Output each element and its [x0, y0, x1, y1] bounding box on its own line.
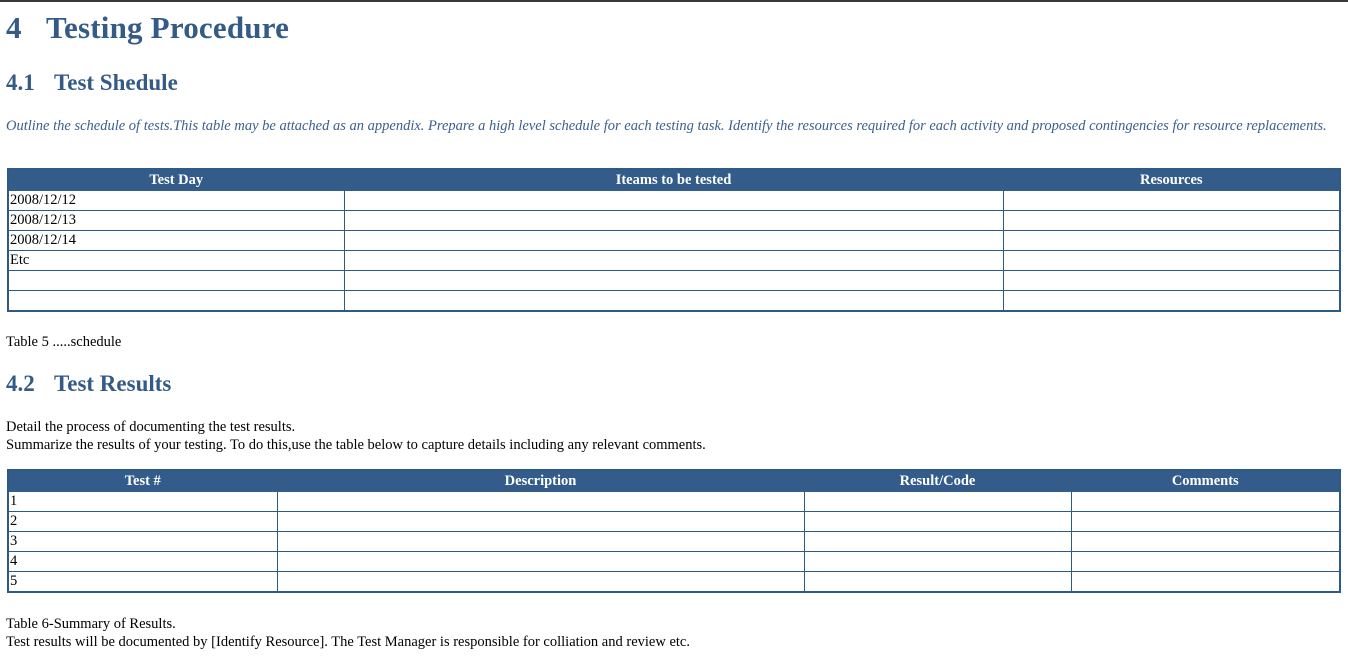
column-header-resources: Resources — [1002, 168, 1341, 191]
heading-testing-procedure: 4 Testing Procedure — [6, 10, 289, 46]
table-cell[interactable] — [7, 270, 345, 291]
heading-title: Testing Procedure — [46, 10, 290, 45]
table-row: 2008/12/14 — [7, 230, 1341, 251]
section-title: Test Results — [54, 371, 172, 396]
heading-test-schedule: 4.1 Test Shedule — [6, 70, 178, 96]
results-description: Detail the process of documenting the te… — [6, 418, 706, 454]
table-row: 3 — [7, 531, 1341, 552]
table-cell[interactable]: 5 — [7, 571, 278, 593]
results-footer: Table 6-Summary of Results. Test results… — [6, 615, 690, 651]
schedule-instructions: Outline the schedule of tests.This table… — [6, 118, 1327, 134]
table-row: 1 — [7, 491, 1341, 512]
section-title: Test Shedule — [54, 70, 178, 95]
table-cell[interactable]: Etc — [7, 250, 345, 271]
table-row — [7, 290, 1341, 312]
table-cell[interactable] — [1002, 290, 1341, 312]
results-footer-text: Test results will be documented by [Iden… — [6, 634, 690, 650]
table-cell[interactable] — [276, 491, 805, 512]
table-cell[interactable] — [343, 230, 1004, 251]
table-cell[interactable] — [1070, 491, 1341, 512]
table-cell[interactable] — [7, 290, 345, 312]
table-cell[interactable] — [343, 190, 1004, 211]
table-cell[interactable] — [1070, 531, 1341, 552]
section-number: 4.2 — [6, 371, 35, 396]
results-header-row: Test # Description Result/Code Comments — [7, 469, 1341, 492]
table-cell[interactable]: 2008/12/12 — [7, 190, 345, 211]
column-header-test-number: Test # — [7, 469, 278, 492]
table-row: 2008/12/12 — [7, 190, 1341, 211]
table-cell[interactable] — [1002, 230, 1341, 251]
table-cell[interactable] — [1070, 551, 1341, 572]
table-cell[interactable] — [343, 210, 1004, 231]
table-cell[interactable] — [276, 571, 805, 593]
table-cell[interactable]: 2008/12/14 — [7, 230, 345, 251]
table-cell[interactable] — [1070, 571, 1341, 593]
table-cell[interactable] — [803, 491, 1072, 512]
table-cell[interactable] — [803, 531, 1072, 552]
table-cell[interactable]: 2008/12/13 — [7, 210, 345, 231]
column-header-test-day: Test Day — [7, 168, 345, 191]
table-cell[interactable]: 2 — [7, 511, 278, 532]
table-cell[interactable] — [343, 250, 1004, 271]
heading-number: 4 — [6, 10, 22, 45]
table-row: 2008/12/13 — [7, 210, 1341, 231]
schedule-header-row: Test Day Iteams to be tested Resources — [7, 168, 1341, 191]
table-cell[interactable] — [1002, 190, 1341, 211]
results-description-line: Summarize the results of your testing. T… — [6, 437, 706, 453]
table-cell[interactable] — [803, 551, 1072, 572]
table-cell[interactable] — [276, 551, 805, 572]
results-table: Test # Description Result/Code Comments … — [7, 469, 1341, 593]
table-row: 5 — [7, 571, 1341, 593]
schedule-table-caption: Table 5 .....schedule — [6, 334, 122, 350]
column-header-items: Iteams to be tested — [343, 168, 1004, 191]
table-cell[interactable]: 3 — [7, 531, 278, 552]
table-row — [7, 270, 1341, 291]
column-header-result-code: Result/Code — [803, 469, 1072, 492]
schedule-table: Test Day Iteams to be tested Resources 2… — [7, 168, 1341, 312]
table-cell[interactable]: 4 — [7, 551, 278, 572]
table-cell[interactable] — [1002, 270, 1341, 291]
table-cell[interactable] — [1002, 250, 1341, 271]
section-number: 4.1 — [6, 70, 35, 95]
table-row: Etc — [7, 250, 1341, 271]
table-cell[interactable] — [803, 571, 1072, 593]
table-cell[interactable]: 1 — [7, 491, 278, 512]
column-header-comments: Comments — [1070, 469, 1341, 492]
table-cell[interactable] — [803, 511, 1072, 532]
table-cell[interactable] — [343, 270, 1004, 291]
table-cell[interactable] — [276, 511, 805, 532]
table-row: 4 — [7, 551, 1341, 572]
table-row: 2 — [7, 511, 1341, 532]
table-cell[interactable] — [276, 531, 805, 552]
results-table-caption: Table 6-Summary of Results. — [6, 616, 176, 632]
table-cell[interactable] — [1002, 210, 1341, 231]
table-cell[interactable] — [1070, 511, 1341, 532]
table-cell[interactable] — [343, 290, 1004, 312]
column-header-description: Description — [276, 469, 805, 492]
heading-test-results: 4.2 Test Results — [6, 371, 171, 397]
results-description-line: Detail the process of documenting the te… — [6, 419, 296, 435]
